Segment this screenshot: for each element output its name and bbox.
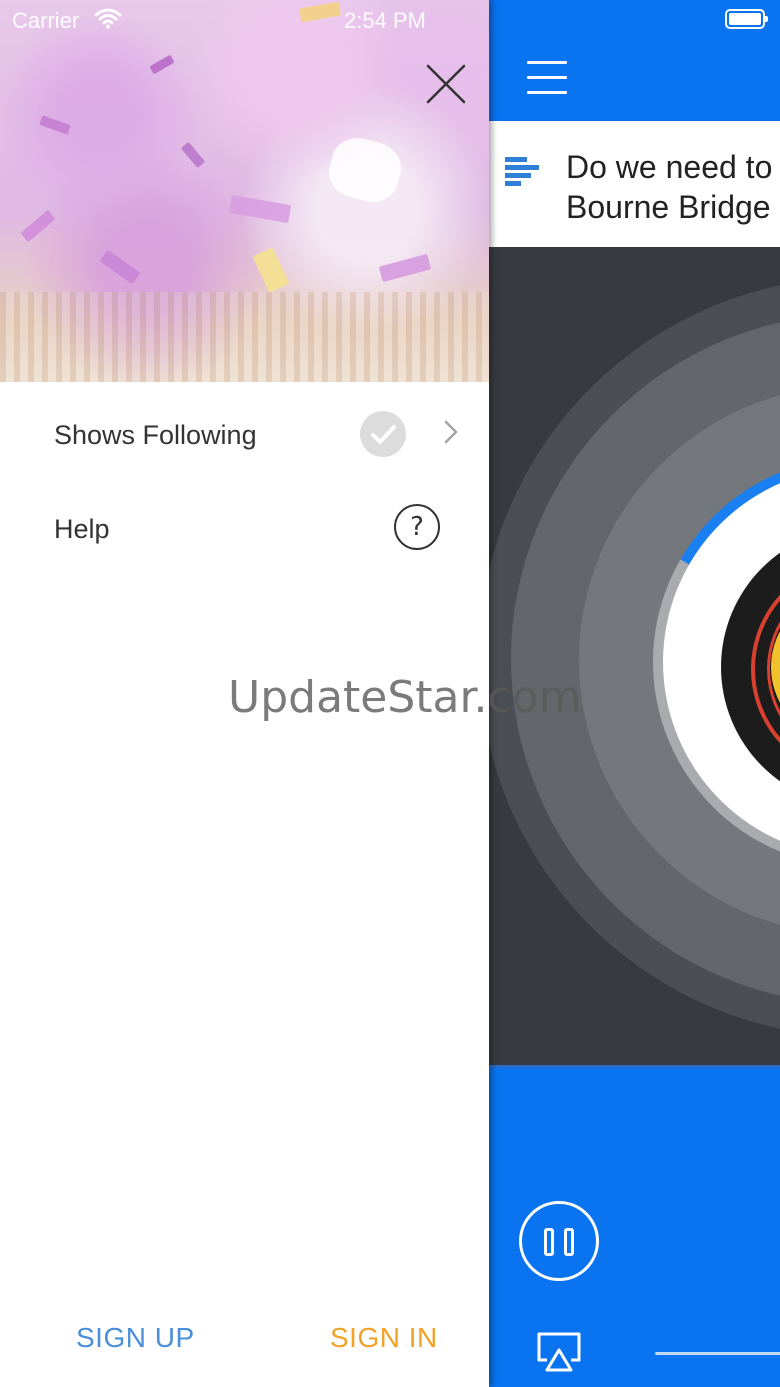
confetti-decoration <box>378 253 432 283</box>
confetti-decoration <box>323 131 407 209</box>
confetti-decoration <box>252 247 290 293</box>
battery-icon <box>725 9 768 29</box>
pause-icon <box>544 1228 554 1256</box>
wifi-icon <box>94 8 122 29</box>
checkmark-circle-icon <box>360 411 406 457</box>
airplay-icon[interactable] <box>535 1330 583 1374</box>
pause-icon <box>564 1228 574 1256</box>
confetti-decoration <box>99 249 141 285</box>
menu-item-label: Shows Following <box>54 420 257 450</box>
confetti-decoration <box>180 141 206 169</box>
player-controls <box>489 1065 780 1387</box>
hamburger-menu-button[interactable] <box>519 55 575 101</box>
episode-title-bar[interactable]: Do we need to Bourne Bridge <box>489 121 780 247</box>
episode-title: Do we need to Bourne Bridge <box>566 149 773 225</box>
status-carrier: Carrier <box>12 8 80 33</box>
status-time: 2:54 PM <box>344 8 426 33</box>
drawer-header-image: Carrier 2:54 PM <box>0 0 489 382</box>
menu-item-shows-following[interactable]: Shows Following <box>0 390 489 480</box>
menu-item-help[interactable]: Help ? <box>0 484 489 574</box>
confetti-decoration <box>228 194 292 224</box>
confetti-decoration <box>20 209 56 243</box>
confetti-decoration <box>149 54 175 75</box>
question-circle-icon: ? <box>394 504 440 550</box>
sign-up-button[interactable]: SIGN UP <box>76 1322 195 1354</box>
hamburger-menu-icon <box>527 91 567 94</box>
watermark: UpdateStar.com <box>228 672 582 723</box>
progress-scrubber[interactable] <box>655 1352 780 1355</box>
player-top-bar <box>489 0 780 121</box>
close-icon[interactable] <box>422 60 470 108</box>
pause-button[interactable] <box>519 1201 599 1281</box>
confetti-decoration <box>299 1 341 23</box>
chevron-right-icon <box>444 420 458 444</box>
hamburger-menu-icon <box>527 61 567 64</box>
sign-in-button[interactable]: SIGN IN <box>330 1322 438 1354</box>
menu-item-label: Help <box>54 514 110 544</box>
confetti-decoration <box>39 115 71 135</box>
album-art-rings <box>489 247 780 1065</box>
description-lines-icon <box>505 157 539 186</box>
hamburger-menu-icon <box>527 76 567 79</box>
